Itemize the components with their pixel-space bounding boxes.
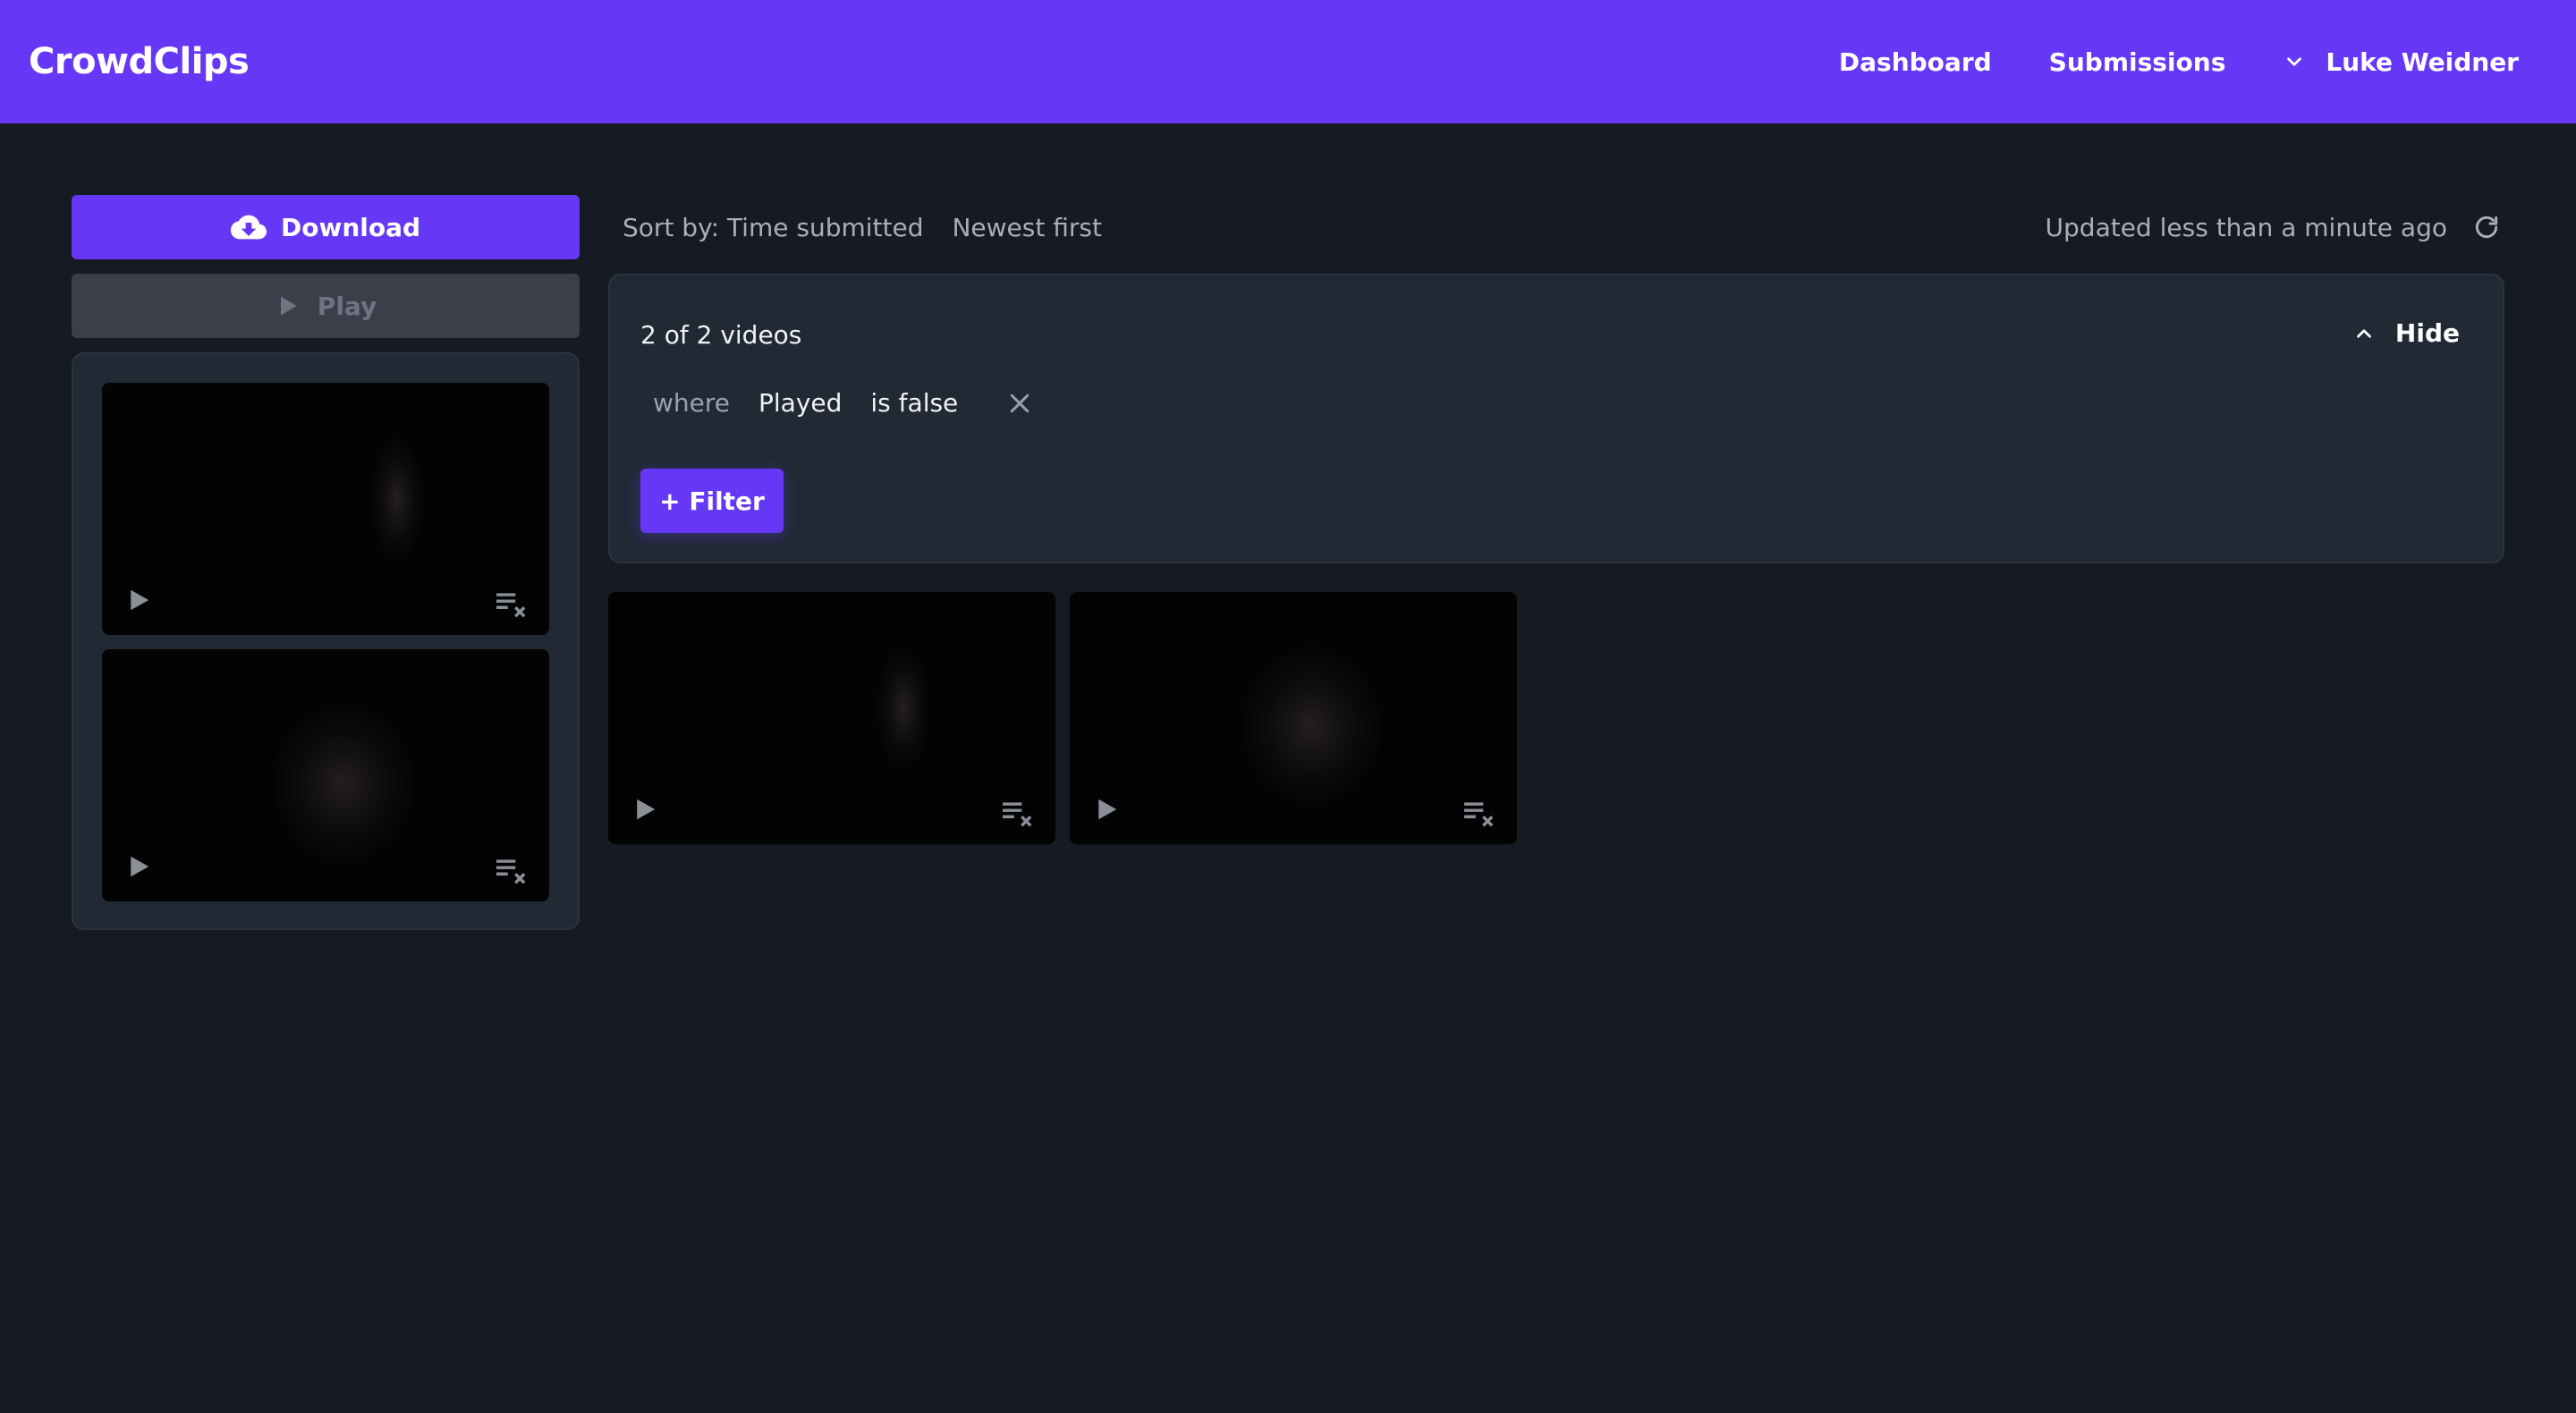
- hide-label: Hide: [2394, 318, 2460, 348]
- video-card[interactable]: [1070, 592, 1517, 844]
- close-icon[interactable]: [1006, 390, 1033, 417]
- filter-rule: where Played is false: [653, 388, 1033, 418]
- sort-controls: Sort by: Time submitted Newest first: [623, 213, 1131, 242]
- video-card[interactable]: [608, 592, 1055, 844]
- hide-filters-button[interactable]: Hide: [2352, 318, 2460, 348]
- playlist-remove-icon[interactable]: [494, 855, 530, 885]
- filter-panel: 2 of 2 videos Hide where Played is false…: [608, 274, 2504, 563]
- download-button[interactable]: Download: [72, 195, 580, 259]
- chevron-down-icon: [2287, 57, 2302, 66]
- play-icon[interactable]: [631, 796, 658, 823]
- download-label: Download: [280, 212, 421, 242]
- sidebar: Download Play: [72, 195, 580, 930]
- filter-field-select[interactable]: Played: [758, 388, 842, 418]
- video-thumbnail: [370, 436, 424, 562]
- play-button[interactable]: Play: [72, 274, 580, 338]
- queue-video-card[interactable]: [102, 383, 549, 635]
- filter-condition-select[interactable]: is false: [870, 388, 958, 418]
- video-grid: [608, 592, 1531, 844]
- play-label: Play: [317, 291, 377, 321]
- sort-order-button[interactable]: Newest first: [952, 213, 1101, 242]
- playlist-remove-icon[interactable]: [494, 588, 530, 619]
- top-navbar: CrowdClips Dashboard Submissions Luke We…: [0, 0, 2576, 123]
- play-icon[interactable]: [1093, 796, 1120, 823]
- video-thumbnail: [272, 703, 415, 864]
- cloud-download-icon: [230, 215, 267, 240]
- updated-text: Updated less than a minute ago: [2045, 212, 2447, 242]
- play-icon: [280, 296, 297, 316]
- video-count: 2 of 2 videos: [640, 320, 802, 350]
- queue-video-card[interactable]: [102, 649, 549, 901]
- sort-toolbar: Sort by: Time submitted Newest first Upd…: [623, 195, 2501, 259]
- update-status: Updated less than a minute ago: [2046, 213, 2501, 242]
- user-menu[interactable]: Luke Weidner: [2283, 47, 2519, 77]
- refresh-icon[interactable]: [2472, 213, 2501, 241]
- playlist-remove-icon[interactable]: [1462, 798, 1497, 828]
- brand-logo[interactable]: CrowdClips: [29, 41, 250, 82]
- play-icon[interactable]: [125, 587, 152, 613]
- nav-submissions[interactable]: Submissions: [2049, 47, 2226, 77]
- filter-where-label: where: [653, 388, 730, 418]
- play-queue: [72, 352, 580, 930]
- add-filter-button[interactable]: + Filter: [640, 469, 784, 533]
- chevron-up-icon: [2357, 328, 2371, 338]
- sort-by-button[interactable]: Sort by: Time submitted: [623, 213, 923, 242]
- play-icon[interactable]: [125, 853, 152, 880]
- nav-links: Dashboard Submissions Luke Weidner: [1782, 47, 2519, 77]
- nav-dashboard[interactable]: Dashboard: [1839, 47, 1992, 77]
- user-name: Luke Weidner: [2326, 47, 2519, 77]
- playlist-remove-icon[interactable]: [1000, 798, 1036, 828]
- video-thumbnail: [877, 646, 930, 771]
- video-thumbnail: [1240, 646, 1383, 807]
